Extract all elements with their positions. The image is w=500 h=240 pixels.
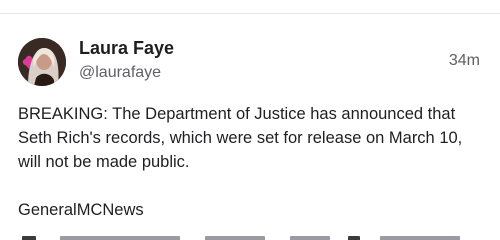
next-post-preview bbox=[0, 226, 500, 240]
post-body: BREAKING: The Department of Justice has … bbox=[18, 102, 488, 222]
post-text: BREAKING: The Department of Justice has … bbox=[18, 105, 463, 171]
post-card[interactable]: Laura Faye @laurafaye 34m BREAKING: The … bbox=[0, 14, 500, 240]
profile-photo-icon bbox=[18, 38, 66, 86]
feed-divider bbox=[0, 0, 500, 14]
post-source: GeneralMCNews bbox=[18, 201, 144, 219]
post-timestamp: 34m bbox=[448, 52, 480, 69]
avatar[interactable] bbox=[18, 38, 66, 86]
author-handle[interactable]: @laurafaye bbox=[79, 64, 161, 82]
author-name[interactable]: Laura Faye bbox=[79, 38, 174, 59]
